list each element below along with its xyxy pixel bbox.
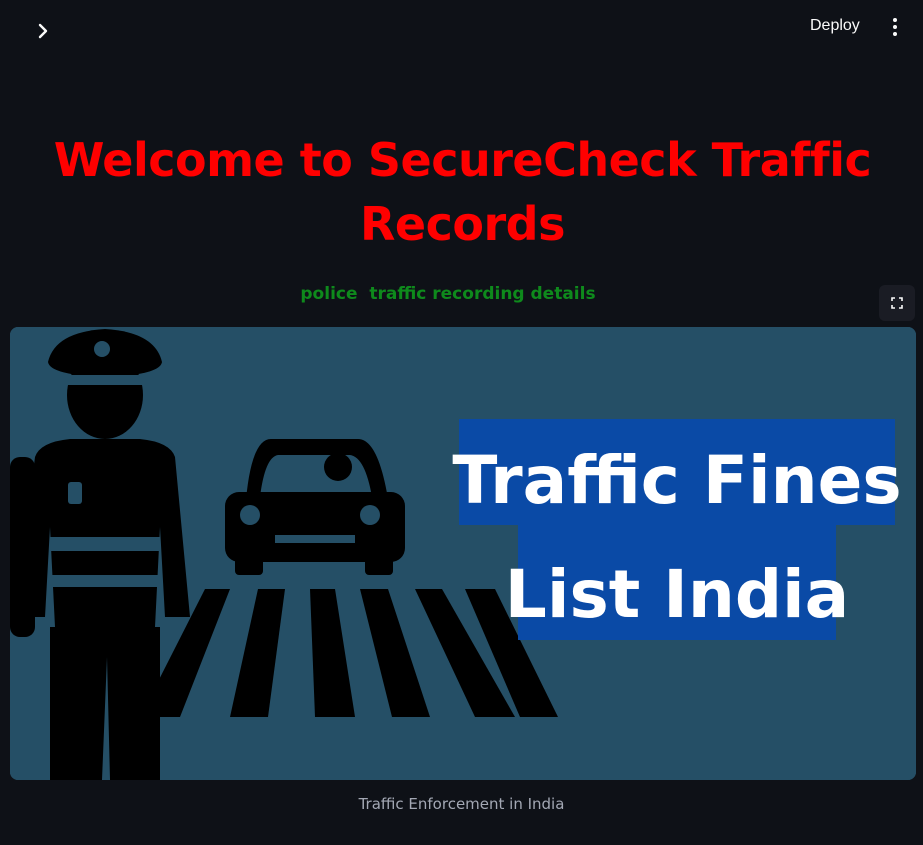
chevron-right-icon[interactable] [30,18,56,44]
headline-line1: Traffic Fines [452,442,901,519]
traffic-fines-image: Traffic Fines List India [10,327,916,780]
deploy-button[interactable]: Deploy [798,12,872,40]
more-vertical-icon[interactable] [880,14,910,40]
app-root: Deploy Welcome to SecureCheck Traffic Re… [0,0,923,845]
fullscreen-icon[interactable] [879,285,915,321]
headline-line2: List India [505,556,849,633]
image-caption: Traffic Enforcement in India [358,795,565,813]
page-subtitle: police traffic recording details [300,284,596,304]
page-title: Welcome to SecureCheck Traffic Records [53,133,872,251]
